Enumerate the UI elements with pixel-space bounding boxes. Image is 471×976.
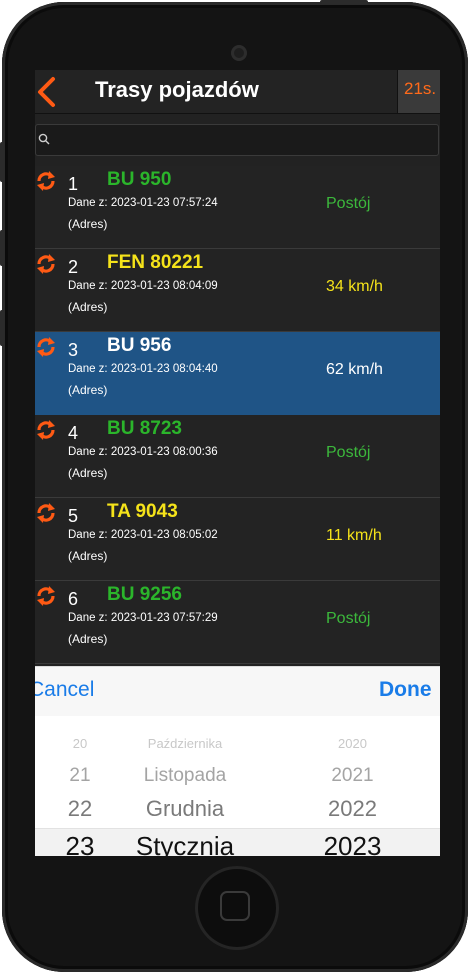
- data-timestamp: Dane z: 2023-01-23 08:04:40: [68, 363, 218, 375]
- vehicle-plate: BU 950: [107, 169, 172, 190]
- picker-month[interactable]: Listopada: [130, 764, 240, 788]
- picker-year[interactable]: 2023: [315, 829, 390, 856]
- refresh-arrows-icon[interactable]: [35, 502, 57, 524]
- row-index: 1: [68, 174, 79, 194]
- row-index: 4: [68, 423, 79, 443]
- date-picker[interactable]: 20 Października 2020 21 Listopada 2021 2…: [35, 716, 440, 856]
- search-input[interactable]: [35, 124, 439, 156]
- vehicle-row-selected[interactable]: 3 BU 956 Dane z: 2023-01-23 08:04:40 (Ad…: [35, 332, 440, 415]
- home-square-icon: [220, 891, 250, 921]
- power-button: [320, 0, 368, 4]
- picker-month[interactable]: Stycznia: [130, 829, 240, 856]
- vehicle-plate: BU 8723: [107, 418, 182, 439]
- vehicle-row[interactable]: 6 BU 9256 Dane z: 2023-01-23 07:57:29 (A…: [35, 581, 440, 664]
- vehicle-address: (Adres): [68, 300, 108, 314]
- nav-bar: Trasy pojazdów 21s.: [35, 70, 440, 114]
- front-camera: [231, 45, 247, 61]
- vehicle-address: (Adres): [68, 383, 108, 397]
- row-index: 6: [68, 589, 79, 609]
- picker-year[interactable]: 2022: [315, 795, 390, 823]
- picker-year[interactable]: 2021: [315, 764, 390, 788]
- data-timestamp: Dane z: 2023-01-23 07:57:29: [68, 612, 218, 624]
- vehicle-status: 62 km/h: [326, 361, 383, 378]
- search-bar: [35, 114, 440, 166]
- vehicle-address: (Adres): [68, 549, 108, 563]
- refresh-arrows-icon[interactable]: [35, 253, 57, 275]
- row-index: 3: [68, 340, 79, 360]
- picker-row[interactable]: 22 Grudnia 2022: [35, 795, 440, 823]
- vehicle-address: (Adres): [68, 217, 108, 231]
- vehicle-plate: FEN 80221: [107, 252, 204, 273]
- picker-year[interactable]: 2020: [315, 736, 390, 752]
- vehicle-row[interactable]: 1 BU 950 Dane z: 2023-01-23 07:57:24 (Ad…: [35, 166, 440, 249]
- search-icon: [38, 133, 50, 145]
- volume-down-button: [0, 310, 4, 346]
- refresh-arrows-icon[interactable]: [35, 336, 57, 358]
- picker-day[interactable]: 23: [55, 829, 105, 856]
- row-index: 2: [68, 257, 79, 277]
- vehicle-status: 34 km/h: [326, 278, 383, 295]
- refresh-arrows-icon[interactable]: [35, 585, 57, 607]
- chevron-left-icon[interactable]: [35, 76, 57, 108]
- picker-day[interactable]: 21: [55, 764, 105, 788]
- page-title: Trasy pojazdów: [95, 77, 259, 102]
- app-screen: Trasy pojazdów 21s. 1 BU 950 Dane z: 202…: [35, 70, 440, 856]
- refresh-arrows-icon[interactable]: [35, 170, 57, 192]
- vehicle-address: (Adres): [68, 466, 108, 480]
- picker-month[interactable]: Października: [130, 736, 240, 752]
- picker-toolbar: Cancel Done: [35, 666, 440, 717]
- data-timestamp: Dane z: 2023-01-23 07:57:24: [68, 197, 218, 209]
- picker-month[interactable]: Grudnia: [130, 795, 240, 823]
- data-timestamp: Dane z: 2023-01-23 08:05:02: [68, 529, 218, 541]
- vehicle-row[interactable]: 4 BU 8723 Dane z: 2023-01-23 08:00:36 (A…: [35, 415, 440, 498]
- picker-row[interactable]: 21 Listopada 2021: [35, 764, 440, 788]
- cancel-button[interactable]: Cancel: [35, 678, 94, 702]
- vehicle-plate: BU 9256: [107, 584, 182, 605]
- vehicle-plate: BU 956: [107, 335, 172, 356]
- vehicle-plate: TA 9043: [107, 501, 178, 522]
- picker-day[interactable]: 20: [55, 736, 105, 752]
- mute-switch: [0, 142, 4, 182]
- vehicle-row[interactable]: 2 FEN 80221 Dane z: 2023-01-23 08:04:09 …: [35, 249, 440, 332]
- vehicle-status: 11 km/h: [326, 527, 382, 544]
- picker-day[interactable]: 22: [55, 795, 105, 823]
- row-index: 5: [68, 506, 79, 526]
- vehicle-row[interactable]: 5 TA 9043 Dane z: 2023-01-23 08:05:02 (A…: [35, 498, 440, 581]
- refresh-arrows-icon[interactable]: [35, 419, 57, 441]
- data-timestamp: Dane z: 2023-01-23 08:04:09: [68, 280, 218, 292]
- data-timestamp: Dane z: 2023-01-23 08:00:36: [68, 446, 218, 458]
- vehicle-status: Postój: [326, 610, 371, 627]
- picker-row[interactable]: 20 Października 2020: [35, 736, 440, 752]
- vehicle-address: (Adres): [68, 632, 108, 646]
- volume-up-button: [0, 230, 4, 266]
- picker-row-selected[interactable]: 23 Stycznia 2023: [35, 829, 440, 856]
- vehicle-status: Postój: [326, 444, 371, 461]
- refresh-timer[interactable]: 21s.: [397, 70, 440, 113]
- vehicle-status: Postój: [326, 195, 371, 212]
- done-button[interactable]: Done: [379, 678, 432, 702]
